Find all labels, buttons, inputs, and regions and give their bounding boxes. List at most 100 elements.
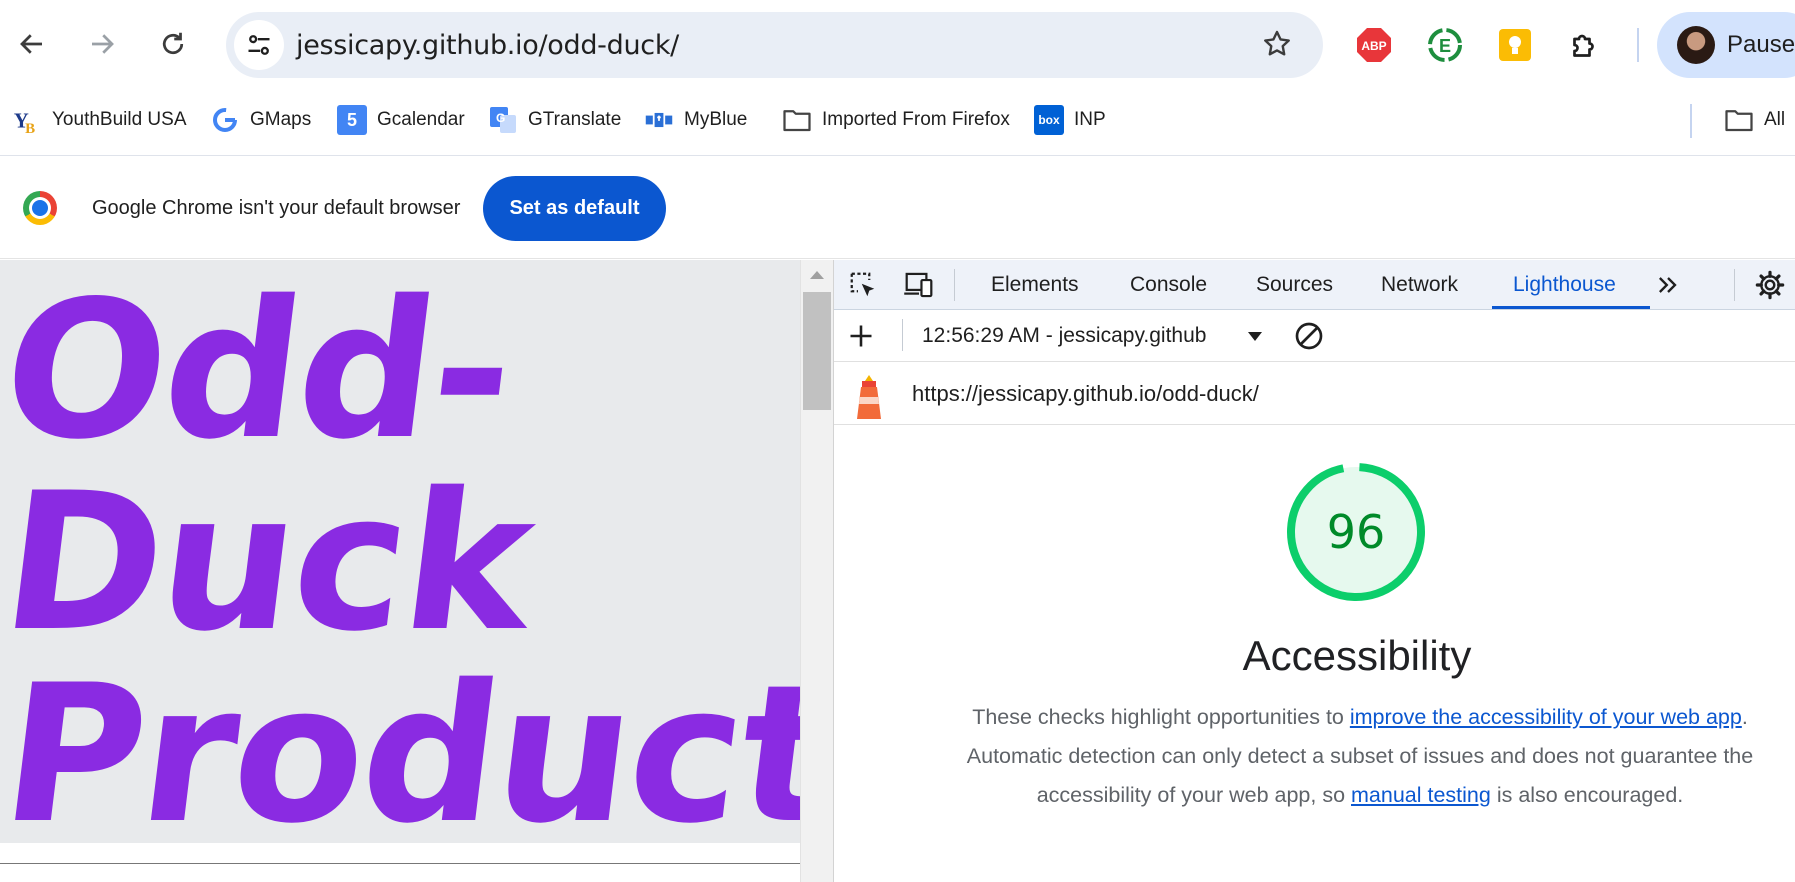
chevron-double-right-icon: [1659, 277, 1677, 293]
bookmark-label: YouthBuild USA: [52, 109, 187, 130]
bookmark-gcalendar[interactable]: 5 Gcalendar: [337, 102, 465, 138]
toolbar-divider: [902, 319, 903, 351]
bookmark-label: GMaps: [250, 109, 312, 130]
score-value: 96: [1326, 505, 1386, 559]
infobar-message: Google Chrome isn't your default browser: [92, 197, 461, 219]
bookmark-gmaps[interactable]: GMaps: [210, 102, 311, 138]
myblue-icon: [644, 105, 674, 135]
description-text: These checks highlight opportunities to: [972, 705, 1350, 729]
folder-icon: [782, 105, 812, 135]
toolbar-divider: [1637, 28, 1639, 62]
bookmark-youthbuild[interactable]: YB YouthBuild USA: [12, 102, 187, 138]
puzzle-icon: [1573, 34, 1594, 57]
hero-title-line: Odd-: [0, 260, 524, 481]
star-icon: [1264, 30, 1290, 56]
bookmark-inp[interactable]: box INP: [1034, 102, 1106, 138]
tab-lighthouse[interactable]: Lighthouse: [1513, 273, 1616, 297]
set-as-default-button[interactable]: Set as default: [483, 176, 666, 241]
inspect-icon: [850, 272, 875, 297]
lighthouse-toolbar: 12:56:29 AM - jessicapy.github: [834, 310, 1795, 362]
back-button[interactable]: [10, 22, 54, 66]
default-browser-infobar: Google Chrome isn't your default browser…: [0, 157, 1795, 259]
report-selector[interactable]: 12:56:29 AM - jessicapy.github: [922, 324, 1206, 348]
bookmarks-bar: YB YouthBuild USA GMaps 5 Gcalendar G GT…: [0, 90, 1795, 156]
youthbuild-icon: YB: [12, 105, 42, 137]
calendar-icon: 5: [337, 105, 367, 135]
hero-title-line: Product: [0, 644, 800, 843]
browser-toolbar: jessicapy.github.io/odd-duck/ ABP E Paus…: [0, 0, 1795, 90]
clear-reports-button[interactable]: [1292, 319, 1326, 353]
hero-banner: Odd- Duck Product: [0, 260, 800, 843]
svg-text:B: B: [25, 121, 35, 136]
tabbar-divider: [1734, 269, 1735, 301]
e-extension-icon: E: [1428, 28, 1462, 62]
adblock-extension[interactable]: ABP: [1356, 27, 1392, 63]
tune-icon: [248, 35, 270, 55]
caret-down-icon: [1248, 332, 1262, 341]
bookmarks-divider: [1690, 104, 1692, 138]
keep-icon: [1499, 29, 1531, 61]
hero-title-line: Duck: [0, 452, 544, 673]
devtools-panel: Elements Console Sources Network Lightho…: [833, 260, 1795, 882]
plus-icon: [850, 325, 872, 347]
bookmark-label: All: [1764, 109, 1786, 130]
block-icon: [1295, 322, 1323, 350]
arrow-left-icon: [20, 34, 42, 54]
site-info-button[interactable]: [234, 20, 284, 70]
horizontal-rule: [0, 863, 800, 864]
tab-sources[interactable]: Sources: [1256, 273, 1333, 297]
inspect-element-button[interactable]: [846, 268, 880, 302]
keep-extension[interactable]: [1497, 27, 1533, 63]
improve-accessibility-link[interactable]: improve the accessibility of your web ap…: [1350, 705, 1742, 729]
translate-icon: G: [488, 105, 518, 135]
bookmark-imported-folder[interactable]: Imported From Firefox: [782, 102, 1010, 138]
category-description: These checks highlight opportunities to …: [965, 698, 1755, 815]
bookmark-label: Imported From Firefox: [822, 109, 1010, 130]
tab-console[interactable]: Console: [1130, 273, 1207, 297]
tab-network[interactable]: Network: [1381, 273, 1458, 297]
category-title: Accessibility: [1242, 632, 1472, 679]
gear-icon: [1755, 270, 1785, 300]
reload-icon: [162, 32, 184, 55]
report-dropdown-button[interactable]: [1238, 319, 1272, 353]
tab-elements[interactable]: Elements: [991, 273, 1079, 297]
address-bar[interactable]: jessicapy.github.io/odd-duck/: [226, 12, 1323, 78]
tabbar-divider: [954, 269, 955, 301]
svg-text:ABP: ABP: [1361, 39, 1386, 53]
bookmark-star-button[interactable]: [1261, 28, 1293, 65]
bookmark-label: Gcalendar: [377, 109, 465, 130]
bookmark-all-folder[interactable]: All: [1724, 102, 1785, 138]
lighthouse-logo-icon: [850, 375, 888, 419]
new-report-button[interactable]: [844, 319, 878, 353]
arrow-right-icon: [92, 34, 114, 54]
bookmark-label: INP: [1074, 109, 1106, 130]
bookmark-gtranslate[interactable]: G GTranslate: [488, 102, 621, 138]
extensions-menu-button[interactable]: [1567, 27, 1603, 63]
forward-button[interactable]: [80, 22, 124, 66]
svg-text:E: E: [1439, 36, 1451, 56]
e-extension[interactable]: E: [1427, 27, 1463, 63]
page-scrollbar[interactable]: [800, 260, 833, 882]
url-text[interactable]: jessicapy.github.io/odd-duck/: [296, 30, 679, 61]
device-toolbar-button[interactable]: [902, 268, 936, 302]
abp-icon: ABP: [1357, 28, 1391, 62]
google-icon: [210, 105, 240, 135]
active-tab-indicator: [1492, 306, 1650, 309]
folder-icon: [1724, 105, 1754, 135]
scrollbar-thumb[interactable]: [803, 292, 831, 410]
manual-testing-link[interactable]: manual testing: [1351, 783, 1491, 807]
devtools-tabbar: Elements Console Sources Network Lightho…: [834, 260, 1795, 310]
accessibility-score-gauge[interactable]: 96: [1286, 462, 1426, 602]
bookmark-label: GTranslate: [528, 109, 622, 130]
bookmark-myblue[interactable]: MyBlue: [644, 102, 747, 138]
chrome-logo-icon: [23, 191, 57, 225]
description-text: is also encouraged.: [1490, 783, 1684, 807]
device-icon: [904, 272, 933, 298]
devtools-settings-button[interactable]: [1753, 268, 1787, 302]
profile-button[interactable]: Pausec: [1657, 12, 1795, 78]
scroll-up-icon[interactable]: [810, 271, 824, 279]
profile-status: Pausec: [1727, 31, 1795, 58]
reload-button[interactable]: [151, 22, 195, 66]
audited-url: https://jessicapy.github.io/odd-duck/: [912, 381, 1259, 406]
more-tabs-button[interactable]: [1651, 268, 1685, 302]
